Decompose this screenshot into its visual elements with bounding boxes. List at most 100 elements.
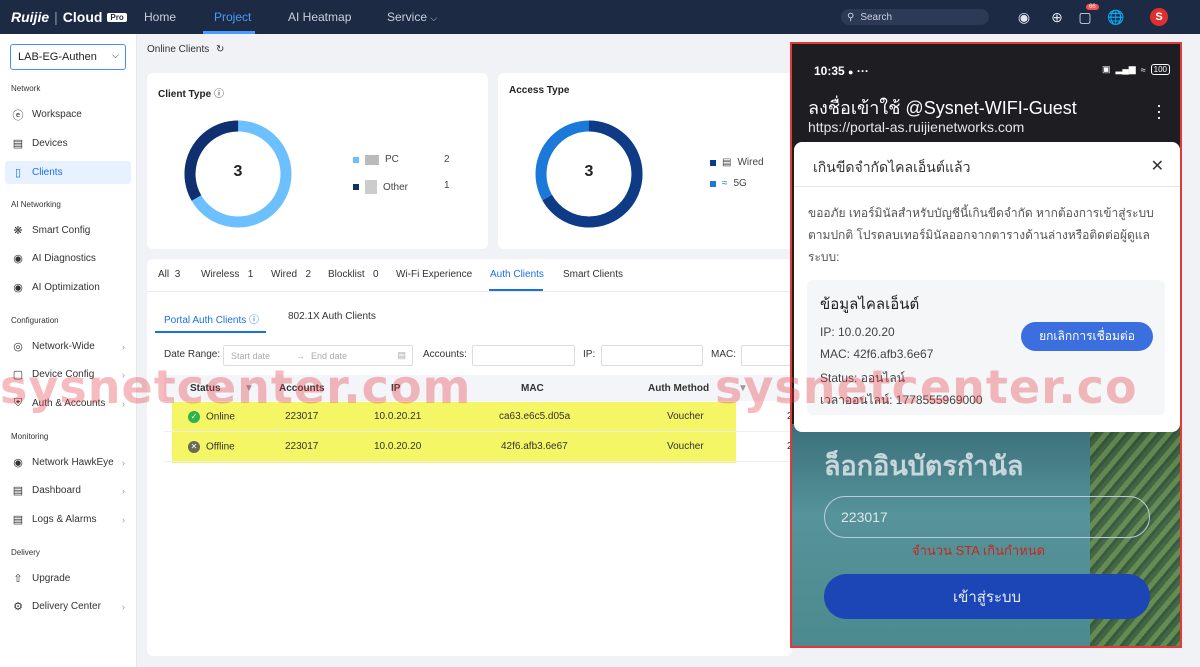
login-button[interactable]: เข้าสู่ระบบ (824, 574, 1150, 619)
ai-diagnostics-icon: ◉ (13, 253, 23, 265)
nav-project[interactable]: Project (214, 10, 251, 24)
logo-pro-badge: Pro (107, 12, 127, 22)
section-monitoring: Monitoring (11, 432, 49, 441)
sidebar-item-delivery-center[interactable]: ⚙ Delivery Center › (5, 595, 131, 618)
close-icon[interactable]: ✕ (1151, 156, 1164, 176)
logs-icon: ▤ (12, 514, 24, 526)
mac-cell: ca63.e6c5.d05a (499, 411, 571, 422)
end-date-input[interactable]: End date (311, 351, 347, 361)
nav-home[interactable]: Home (144, 10, 176, 24)
message-icon[interactable]: ▢ (1076, 8, 1094, 26)
legend-label: Other (383, 181, 409, 193)
ruijie-cloud-logo[interactable]: Ruijie | Cloud Pro (11, 8, 127, 26)
tab-blocklist[interactable]: Blocklist 0 (328, 269, 379, 280)
dashboard-icon: ▤ (12, 485, 24, 497)
tab-all[interactable]: All 3 (158, 269, 180, 280)
sidebar-item-label: Clients (32, 167, 63, 178)
client-info-title: ข้อมูลไคลเอ็นต์ (820, 296, 920, 313)
column-auth-method: Auth Method (648, 383, 710, 394)
sidebar-item-clients[interactable]: ▯ Clients (5, 161, 131, 184)
portal-page-title: ลงชื่อเข้าใช้ @Sysnet-WIFI-Guest (808, 98, 1077, 118)
search-input[interactable]: ⚲ Search (841, 9, 989, 25)
column-mac: MAC (521, 383, 544, 394)
tab-auth-clients[interactable]: Auth Clients (490, 269, 544, 280)
project-select[interactable]: LAB-EG-Authen ⌵ (10, 44, 126, 70)
sidebar-item-dashboard[interactable]: ▤ Dashboard › (5, 479, 131, 502)
voucher-input[interactable]: 223017 (824, 496, 1150, 538)
tab-wired[interactable]: Wired 2 (271, 269, 311, 280)
robot-assistant-icon[interactable]: ◉ (1015, 8, 1033, 26)
avatar[interactable]: S (1150, 8, 1168, 26)
sidebar-item-upgrade[interactable]: ⇧ Upgrade (5, 567, 131, 590)
close-circle-icon: ✕ (188, 441, 200, 453)
sidebar: LAB-EG-Authen ⌵ Network ⓔ Workspace ▤ Devi… (0, 34, 137, 667)
ip-input[interactable] (601, 345, 703, 366)
smart-config-icon: ❋ (13, 225, 23, 237)
workspace-icon: ⓔ (12, 109, 24, 122)
nav-service[interactable]: Service ⌵ (387, 10, 437, 24)
section-delivery: Delivery (11, 548, 40, 557)
legend-pc: PC (353, 154, 399, 165)
top-bar: Ruijie | Cloud Pro Home Project AI Heatm… (0, 0, 1200, 34)
tab-smart-clients[interactable]: Smart Clients (563, 269, 623, 280)
error-message: จำนวน STA เกินกำหนด (912, 543, 1046, 558)
status-cell: ✕ Offline (188, 441, 235, 453)
legend-swatch (710, 159, 716, 166)
chevron-right-icon: › (122, 514, 125, 525)
upgrade-icon: ⇧ (13, 573, 23, 585)
disconnect-button[interactable]: ยกเลิกการเชื่อมต่อ (1021, 322, 1153, 351)
legend-wired: ▤ Wired (710, 157, 764, 168)
sidebar-item-label: AI Diagnostics (32, 253, 96, 264)
sidebar-item-ai-diagnostics[interactable]: ◉ AI Diagnostics (5, 247, 131, 270)
sidebar-item-ai-optimization[interactable]: ◉ AI Optimization (5, 276, 131, 299)
signal-icon: ▂▄▆ (1115, 64, 1136, 74)
accounts-input[interactable] (472, 345, 575, 366)
watermark-right: sysnetcenter.co (715, 360, 1138, 414)
accounts-label: Accounts: (423, 349, 467, 360)
nav-service-label: Service (387, 10, 428, 24)
device-icon (365, 180, 377, 194)
legend-value: 1 (444, 180, 450, 191)
eye-icon: ◉ (13, 457, 23, 469)
ip-cell: 10.0.20.20 (374, 441, 422, 452)
sidebar-item-devices[interactable]: ▤ Devices (5, 132, 131, 155)
sidebar-item-label: Dashboard (32, 485, 81, 496)
sidebar-item-label: Logs & Alarms (32, 514, 97, 525)
add-icon[interactable]: ⊕ (1048, 8, 1066, 26)
sidebar-item-network-wide[interactable]: ◎ Network-Wide › (5, 335, 131, 358)
globe-icon[interactable]: 🌐 (1107, 8, 1125, 26)
status-text: Offline (206, 441, 235, 453)
dialog-title: เกินขีดจำกัดไคลเอ็นต์แล้ว (813, 159, 971, 175)
sidebar-item-logs[interactable]: ▤ Logs & Alarms › (5, 508, 131, 531)
legend-swatch (353, 156, 359, 163)
help-icon[interactable]: ⓘ (249, 315, 259, 326)
chevron-down-icon: ⌵ (112, 50, 119, 60)
sidebar-item-workspace[interactable]: ⓔ Workspace (5, 103, 131, 126)
table-row[interactable]: ✕ Offline 223017 10.0.20.20 42f6.afb3.6e6… (164, 432, 793, 462)
battery-icon: 100 (1150, 64, 1170, 75)
pc-icon (365, 154, 379, 165)
subtab-portal-auth[interactable]: Portal Auth Clients ⓘ (164, 311, 259, 326)
help-icon[interactable]: ⓘ (214, 89, 224, 100)
access-type-total: 3 (584, 163, 594, 180)
logo-product: Cloud (62, 9, 103, 25)
legend-5g: ≈5G (710, 178, 747, 189)
start-date-input[interactable]: Start date (231, 351, 270, 361)
tab-label: All (158, 269, 170, 280)
client-ip: IP: 10.0.20.20 (820, 325, 895, 339)
sidebar-item-hawkeye[interactable]: ◉ Network HawkEye › (5, 451, 131, 474)
kebab-menu-icon[interactable]: · · · (1156, 96, 1162, 126)
tab-wireless[interactable]: Wireless 1 (201, 269, 253, 280)
tab-label: Wired (271, 269, 298, 280)
chevron-down-icon: ⌵ (430, 13, 438, 23)
sidebar-item-smart-config[interactable]: ❋ Smart Config (5, 219, 131, 242)
nav-ai-heatmap[interactable]: AI Heatmap (288, 10, 351, 24)
refresh-icon[interactable]: ↻ (216, 44, 224, 55)
page-title-text: Online Clients (147, 44, 210, 55)
tab-wifi-experience[interactable]: Wi-Fi Experience (396, 269, 472, 280)
more-icon: ··· (856, 64, 869, 78)
auth-method-cell: Voucher (667, 441, 704, 452)
watermark-left: sysnetcenter.com (0, 360, 472, 414)
tab-count: 1 (247, 269, 254, 280)
subtab-8021x-auth[interactable]: 802.1X Auth Clients (288, 311, 376, 322)
